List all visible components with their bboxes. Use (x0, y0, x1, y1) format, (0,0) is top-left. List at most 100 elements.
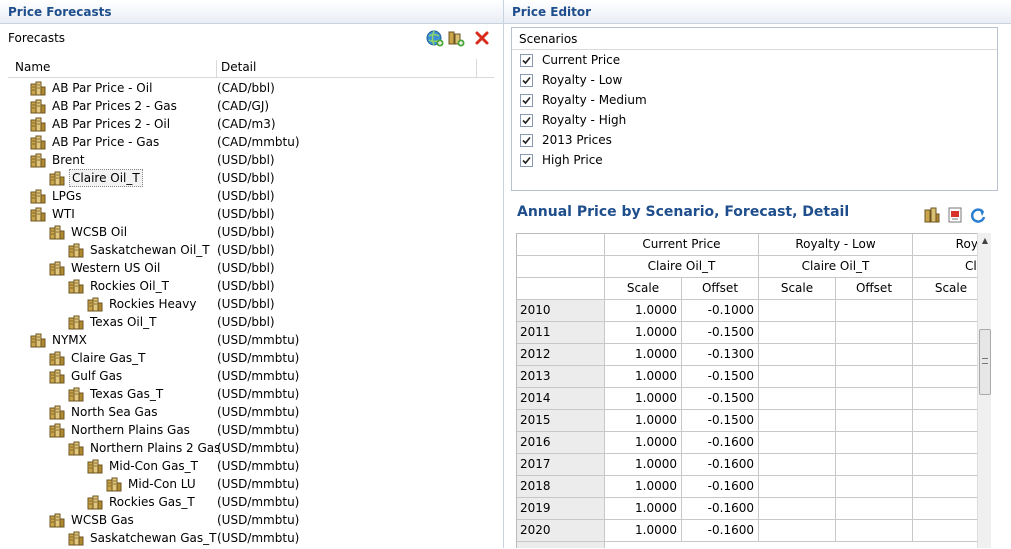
scale-cell[interactable] (913, 454, 977, 476)
scale-cell[interactable] (913, 410, 977, 432)
tree-row[interactable]: Rockies Heavy (USD/bbl) (0, 295, 500, 313)
tree-node[interactable]: AB Par Price - Oil (30, 79, 154, 97)
scenario-item[interactable]: Current Price (512, 50, 997, 70)
scale-cell[interactable]: 1.0000 (605, 432, 682, 454)
offset-cell[interactable] (836, 300, 913, 322)
tree-node[interactable]: WTI (30, 205, 77, 223)
forecast-column-header[interactable]: Claire Oil_T (759, 256, 913, 278)
scenario-checkbox[interactable] (520, 133, 533, 147)
offset-cell[interactable]: -0.1500 (682, 410, 759, 432)
subcolumn-header[interactable]: Scale (605, 278, 682, 300)
scenario-checkbox[interactable] (520, 73, 533, 87)
tree-node[interactable]: AB Par Price - Gas (30, 133, 161, 151)
scale-cell[interactable]: 1.0000 (605, 454, 682, 476)
scale-cell[interactable] (759, 300, 836, 322)
offset-cell[interactable] (836, 520, 913, 542)
scenario-checkbox[interactable] (520, 113, 533, 127)
scale-cell[interactable] (759, 366, 836, 388)
subcolumn-header[interactable]: Scale (913, 278, 977, 300)
tree-row[interactable]: WCSB Gas (USD/mmbtu) (0, 511, 500, 529)
scenario-column-header[interactable]: Current Price (605, 234, 759, 256)
tree-row[interactable]: WTI (USD/bbl) (0, 205, 500, 223)
scale-cell[interactable] (913, 366, 977, 388)
refresh-icon[interactable] (969, 206, 987, 224)
offset-cell[interactable]: -0.1300 (682, 344, 759, 366)
scale-cell[interactable] (913, 520, 977, 542)
tree-row[interactable]: Mid-Con Gas_T (USD/mmbtu) (0, 457, 500, 475)
offset-cell[interactable]: -0.1600 (682, 476, 759, 498)
tree-node[interactable]: Rockies Gas_T (87, 493, 197, 511)
tree-node[interactable]: Rockies Oil_T (68, 277, 171, 295)
tree-node[interactable]: NYMX (30, 331, 89, 349)
tree-row[interactable]: Texas Oil_T (USD/bbl) (0, 313, 500, 331)
scale-cell[interactable] (759, 432, 836, 454)
tree-row[interactable]: Northern Plains Gas (USD/mmbtu) (0, 421, 500, 439)
scale-cell[interactable]: 1.0000 (605, 476, 682, 498)
offset-cell[interactable] (836, 476, 913, 498)
tree-row[interactable]: AB Par Price - Oil (CAD/bbl) (0, 79, 500, 97)
tree-node[interactable]: AB Par Prices 2 - Gas (30, 97, 179, 115)
subcolumn-header[interactable]: Offset (682, 278, 759, 300)
tree-node[interactable]: Rockies Heavy (87, 295, 198, 313)
tree-row[interactable]: Saskatchewan Oil_T (USD/bbl) (0, 241, 500, 259)
tree-row[interactable]: Mid-Con LU (USD/mmbtu) (0, 475, 500, 493)
offset-cell[interactable] (836, 366, 913, 388)
tree-node[interactable]: Northern Plains Gas (49, 421, 192, 439)
subcolumn-header[interactable]: Scale (759, 278, 836, 300)
scale-cell[interactable]: 1.0000 (605, 300, 682, 322)
scale-cell[interactable] (759, 322, 836, 344)
scenario-item[interactable]: Royalty - High (512, 110, 997, 130)
scale-cell[interactable] (913, 344, 977, 366)
forecast-icon[interactable] (923, 206, 941, 224)
tree-row[interactable]: Claire Gas_T (USD/mmbtu) (0, 349, 500, 367)
scale-cell[interactable] (759, 454, 836, 476)
tree-row[interactable]: AB Par Prices 2 - Oil (CAD/m3) (0, 115, 500, 133)
tree-row[interactable]: Brent (USD/bbl) (0, 151, 500, 169)
scale-cell[interactable] (759, 344, 836, 366)
scale-cell[interactable]: 1.0000 (605, 366, 682, 388)
scale-cell[interactable] (759, 476, 836, 498)
tree-row[interactable]: AB Par Prices 2 - Gas (CAD/GJ) (0, 97, 500, 115)
tree-node[interactable]: Western US Oil (49, 259, 162, 277)
offset-cell[interactable]: -0.1500 (682, 388, 759, 410)
scenario-item[interactable]: 2013 Prices (512, 130, 997, 150)
scale-cell[interactable] (913, 322, 977, 344)
tree-node[interactable]: Northern Plains 2 Gas (68, 439, 222, 457)
forecast-column-header[interactable]: Claire Oil_T (605, 256, 759, 278)
tree-node[interactable]: AB Par Prices 2 - Oil (30, 115, 172, 133)
tree-row[interactable]: NYMX (USD/mmbtu) (0, 331, 500, 349)
tree-node[interactable]: WCSB Gas (49, 511, 136, 529)
grid-vertical-scrollbar[interactable]: ▲ (977, 233, 991, 548)
tree-node[interactable]: LPGs (30, 187, 83, 205)
tree-node[interactable]: Texas Oil_T (68, 313, 158, 331)
tree-node[interactable]: Texas Gas_T (68, 385, 165, 403)
tree-node[interactable]: Mid-Con Gas_T (87, 457, 200, 475)
tree-row[interactable]: Northern Plains 2 Gas (USD/mmbtu) (0, 439, 500, 457)
scale-cell[interactable] (759, 388, 836, 410)
tree-node[interactable]: Saskatchewan Oil_T (68, 241, 212, 259)
scenario-item[interactable]: Royalty - Medium (512, 90, 997, 110)
scale-cell[interactable] (759, 520, 836, 542)
scale-cell[interactable] (913, 388, 977, 410)
tree-row[interactable]: Saskatchewan Gas_T (USD/mmbtu) (0, 529, 500, 547)
offset-cell[interactable] (836, 344, 913, 366)
panel-divider[interactable] (503, 0, 504, 548)
offset-cell[interactable]: -0.1600 (682, 520, 759, 542)
offset-cell[interactable]: -0.1600 (682, 454, 759, 476)
scenario-item[interactable]: High Price (512, 150, 997, 170)
scenario-checkbox[interactable] (520, 153, 533, 167)
column-name-header[interactable]: Name (15, 60, 50, 74)
tree-row[interactable]: LPGs (USD/bbl) (0, 187, 500, 205)
tree-row[interactable]: Gulf Gas (USD/mmbtu) (0, 367, 500, 385)
scale-cell[interactable] (759, 410, 836, 432)
offset-cell[interactable]: -0.1000 (682, 300, 759, 322)
scale-cell[interactable]: 1.0000 (605, 498, 682, 520)
scale-cell[interactable]: 1.0000 (605, 520, 682, 542)
offset-cell[interactable]: -0.1500 (682, 366, 759, 388)
tree-node[interactable]: Gulf Gas (49, 367, 124, 385)
tree-node[interactable]: WCSB Oil (49, 223, 129, 241)
scale-cell[interactable] (913, 476, 977, 498)
scale-cell[interactable]: 1.0000 (605, 344, 682, 366)
scale-cell[interactable]: 1.0000 (605, 322, 682, 344)
offset-cell[interactable] (836, 410, 913, 432)
